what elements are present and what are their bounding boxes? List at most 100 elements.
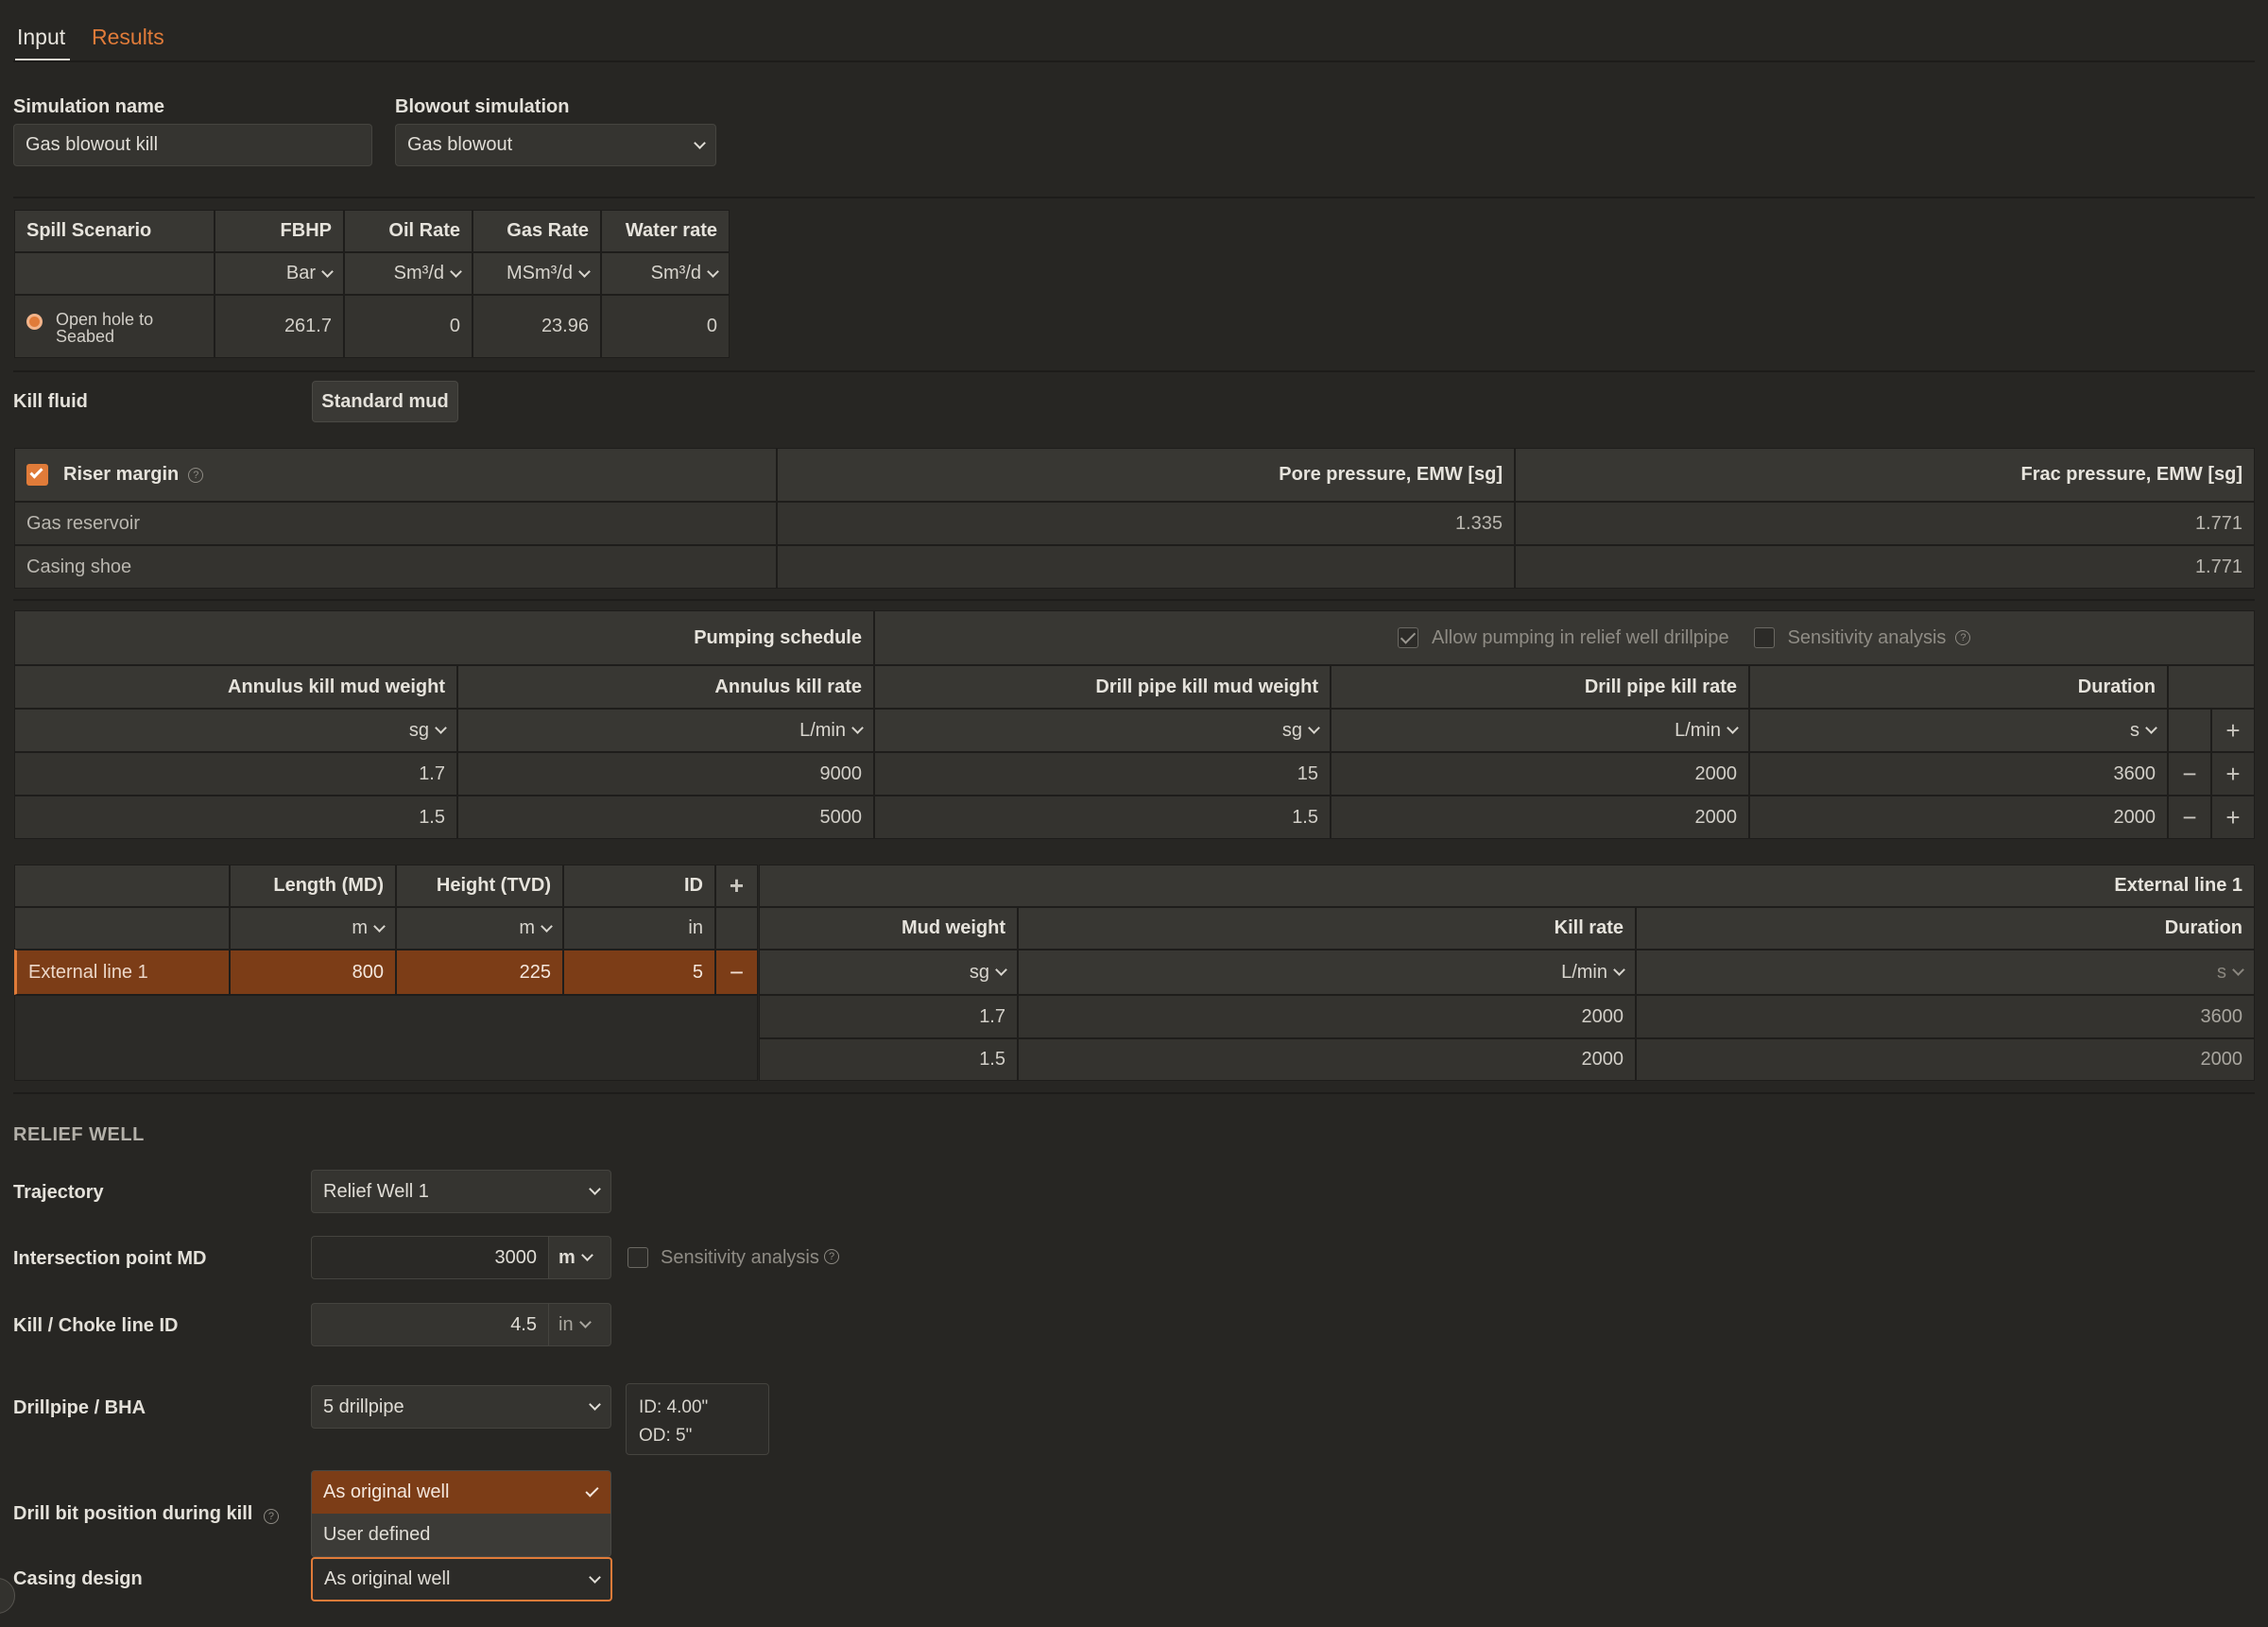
tab-input[interactable]: Input: [17, 25, 65, 50]
info-icon[interactable]: ?: [263, 1509, 279, 1524]
ext-cell[interactable]: 1.5: [759, 1038, 1018, 1081]
intersection-unit-select[interactable]: m: [548, 1236, 611, 1279]
pumping-schedule-title: Pumping schedule: [14, 610, 874, 665]
drillpipe-info-box: ID: 4.00" OD: 5": [626, 1383, 769, 1455]
pump-cell[interactable]: 1.5: [14, 796, 457, 839]
unit-value: sg: [408, 719, 429, 741]
add-line-button[interactable]: +: [715, 865, 758, 907]
kill-choke-input[interactable]: 4.5: [311, 1303, 549, 1346]
ip-sensitivity-checkbox[interactable]: [627, 1247, 648, 1268]
info-icon[interactable]: ?: [824, 1249, 839, 1264]
remove-row-button[interactable]: −: [2168, 796, 2211, 839]
info-icon[interactable]: ?: [188, 467, 204, 483]
kill-choke-unit-select[interactable]: in: [548, 1303, 611, 1346]
pump-header-annulus-rate: Annulus kill rate: [457, 665, 874, 709]
ext-cell[interactable]: 1.7: [759, 995, 1018, 1038]
unit-select[interactable]: m: [396, 907, 563, 950]
spill-gas-cell[interactable]: 23.96: [472, 295, 601, 358]
unit-select-oil[interactable]: Sm³/d: [344, 252, 472, 295]
pump-cell[interactable]: 2000: [1749, 796, 2168, 839]
chevron-down-icon: [373, 919, 386, 933]
unit-select[interactable]: L/min: [1018, 950, 1636, 995]
option-label: User defined: [323, 1524, 431, 1545]
pump-cell[interactable]: 3600: [1749, 752, 2168, 796]
unit-select[interactable]: sg: [759, 950, 1018, 995]
ext-cell[interactable]: 2000: [1018, 995, 1636, 1038]
line-row-height[interactable]: 225: [396, 950, 563, 995]
lines-header-id: ID: [563, 865, 715, 907]
casing-design-select[interactable]: As original well: [311, 1557, 612, 1601]
unit-select[interactable]: sg: [14, 709, 457, 752]
pump-cell[interactable]: 1.5: [874, 796, 1331, 839]
standard-mud-button[interactable]: Standard mud: [312, 381, 458, 422]
pump-cell[interactable]: 5000: [457, 796, 874, 839]
line-row-id[interactable]: 5: [563, 950, 715, 995]
pump-cell[interactable]: 9000: [457, 752, 874, 796]
trajectory-select[interactable]: Relief Well 1: [311, 1170, 611, 1213]
spill-header-gas: Gas Rate: [472, 210, 601, 252]
ext-cell[interactable]: 2000: [1018, 1038, 1636, 1081]
margin-row-frac[interactable]: 1.771: [1515, 502, 2255, 545]
info-icon[interactable]: ?: [1955, 630, 1971, 645]
margin-row-pore[interactable]: [777, 545, 1515, 589]
margin-row-frac[interactable]: 1.771: [1515, 545, 2255, 589]
ext-cell[interactable]: 2000: [1636, 1038, 2255, 1081]
sensitivity-label: Sensitivity analysis: [1787, 626, 1947, 648]
spill-water-cell[interactable]: 0: [601, 295, 730, 358]
pump-cell[interactable]: 2000: [1331, 796, 1749, 839]
add-row-button[interactable]: +: [2211, 752, 2255, 796]
unit-blank: [2168, 709, 2211, 752]
spill-scenario-name: Open hole to Seabed: [56, 310, 154, 346]
allow-pumping-checkbox[interactable]: [1398, 627, 1418, 648]
spill-oil-cell[interactable]: 0: [344, 295, 472, 358]
lines-unit-blank: [14, 907, 230, 950]
lines-empty-area: [14, 995, 758, 1081]
ext-header-duration: Duration: [1636, 907, 2255, 950]
unit-select-gas[interactable]: MSm³/d: [472, 252, 601, 295]
blowout-simulation-select[interactable]: Gas blowout: [395, 124, 716, 166]
radio-selected-icon[interactable]: [26, 314, 43, 330]
pumping-options: Allow pumping in relief well drillpipe S…: [874, 610, 2255, 665]
unit-select[interactable]: s: [1749, 709, 2168, 752]
unit-select[interactable]: m: [230, 907, 396, 950]
remove-row-button[interactable]: −: [2168, 752, 2211, 796]
drill-bit-option-original[interactable]: As original well: [312, 1471, 610, 1514]
remove-line-button[interactable]: −: [715, 950, 758, 995]
unit-select[interactable]: sg: [874, 709, 1331, 752]
tab-results[interactable]: Results: [92, 25, 164, 50]
chevron-down-icon: [580, 1249, 593, 1261]
chevron-down-icon: [2145, 722, 2157, 734]
spill-fbhp-cell[interactable]: 261.7: [215, 295, 344, 358]
add-row-button[interactable]: +: [2211, 709, 2255, 752]
drill-bit-options-menu: As original well User defined: [311, 1470, 611, 1557]
tab-divider: [13, 60, 2255, 62]
pump-cell[interactable]: 1.7: [14, 752, 457, 796]
unit-select[interactable]: L/min: [1331, 709, 1749, 752]
line-row-length[interactable]: 800: [230, 950, 396, 995]
ext-cell[interactable]: 3600: [1636, 995, 2255, 1038]
unit-value: L/min: [1675, 719, 1721, 741]
ext-header-kill-rate: Kill rate: [1018, 907, 1636, 950]
simulation-name-input[interactable]: Gas blowout kill: [13, 124, 372, 166]
drillpipe-select[interactable]: 5 drillpipe: [311, 1385, 611, 1429]
unit-select-water[interactable]: Sm³/d: [601, 252, 730, 295]
intersection-point-input[interactable]: 3000: [311, 1236, 549, 1279]
line-row-name[interactable]: External line 1: [14, 950, 230, 995]
unit-value: L/min: [799, 719, 846, 741]
spill-scenario-cell[interactable]: Open hole to Seabed: [14, 295, 215, 358]
check-icon: [585, 1483, 599, 1498]
chevron-down-icon: [851, 722, 864, 734]
casing-design-label: Casing design: [13, 1568, 143, 1589]
chevron-down-icon: [450, 265, 462, 278]
sensitivity-checkbox[interactable]: [1753, 627, 1775, 648]
chevron-down-icon: [694, 136, 706, 149]
margin-row-pore[interactable]: 1.335: [777, 502, 1515, 545]
unit-select-fbhp[interactable]: Bar: [215, 252, 344, 295]
riser-margin-checkbox[interactable]: [26, 464, 48, 486]
unit-select[interactable]: L/min: [457, 709, 874, 752]
pump-cell[interactable]: 2000: [1331, 752, 1749, 796]
spill-header-scenario: Spill Scenario: [14, 210, 215, 252]
add-row-button[interactable]: +: [2211, 796, 2255, 839]
drill-bit-option-user[interactable]: User defined: [312, 1514, 610, 1556]
pump-cell[interactable]: 15: [874, 752, 1331, 796]
